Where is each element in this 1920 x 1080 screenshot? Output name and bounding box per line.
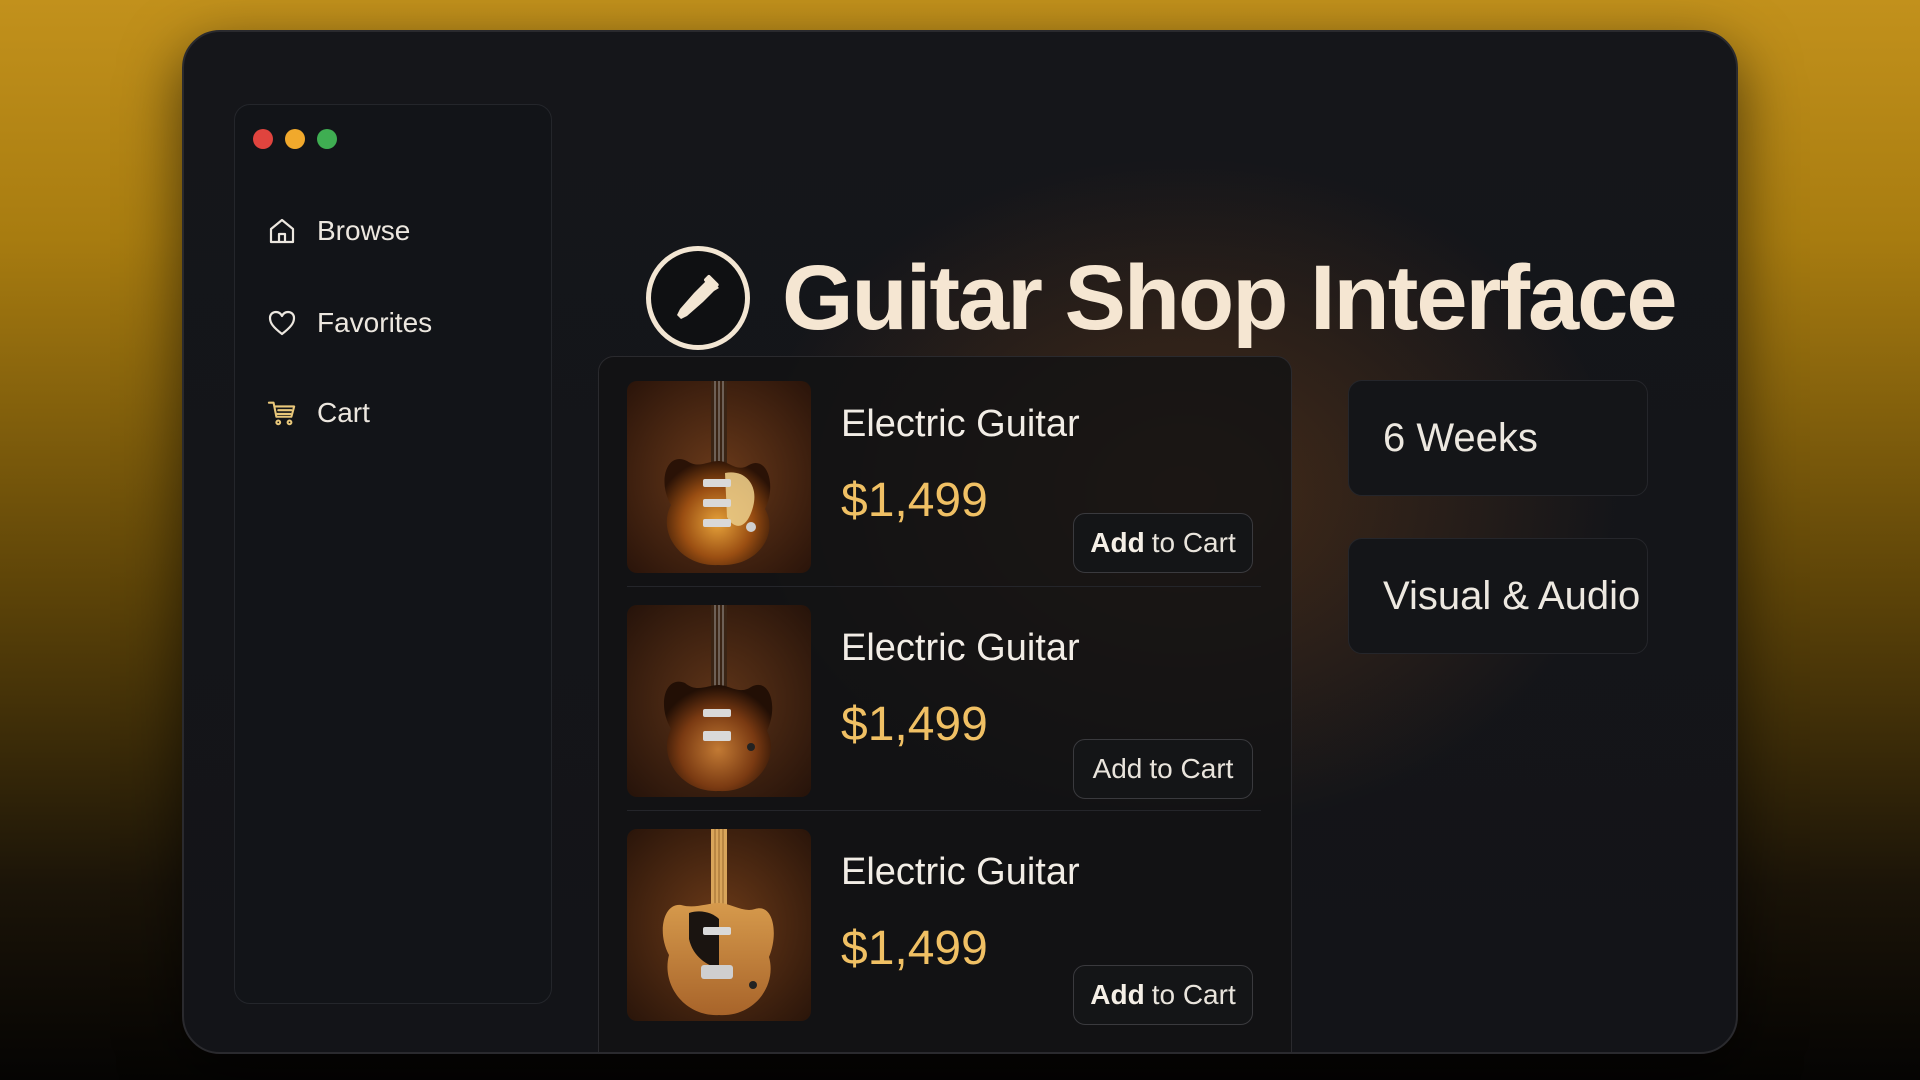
minimize-window-button[interactable] — [285, 129, 305, 149]
product-image[interactable] — [627, 605, 811, 797]
product-name: Electric Guitar — [841, 627, 1080, 669]
window-controls — [253, 129, 337, 149]
button-label: to Cart — [1151, 527, 1236, 558]
button-label: to Cart — [1149, 753, 1234, 784]
page-title: Guitar Shop Interface — [782, 246, 1677, 349]
app-window: Browse Favorites Cart Guitar Shop Interf… — [182, 30, 1738, 1054]
info-card-duration: 6 Weeks — [1348, 380, 1648, 496]
divider — [627, 810, 1261, 811]
sidebar-item-cart[interactable]: Cart — [267, 393, 432, 433]
info-card-label: 6 Weeks — [1383, 415, 1538, 460]
sidebar-item-favorites[interactable]: Favorites — [267, 303, 432, 343]
product-price: $1,499 — [841, 474, 988, 527]
product-card: Electric Guitar $1,499 Add to Cart — [627, 381, 1261, 587]
sidebar: Browse Favorites Cart — [234, 104, 552, 1004]
zoom-window-button[interactable] — [317, 129, 337, 149]
add-to-cart-button[interactable]: Add to Cart — [1073, 739, 1253, 799]
info-card-media: Visual & Audio — [1348, 538, 1648, 654]
sidebar-item-browse[interactable]: Browse — [267, 211, 432, 251]
cart-icon — [267, 398, 297, 428]
product-name: Electric Guitar — [841, 403, 1080, 445]
heart-icon — [267, 308, 297, 338]
product-image[interactable] — [627, 381, 811, 573]
button-label-bold: Add — [1090, 979, 1145, 1010]
button-label-bold: Add — [1090, 527, 1145, 558]
product-price: $1,499 — [841, 698, 988, 751]
button-label-bold: Add — [1092, 753, 1143, 784]
guitar-pick-icon — [646, 246, 750, 351]
add-to-cart-button[interactable]: Add to Cart — [1073, 965, 1253, 1025]
product-image[interactable] — [627, 829, 811, 1021]
sidebar-item-label: Browse — [317, 215, 411, 246]
add-to-cart-button[interactable]: Add to Cart — [1073, 513, 1253, 573]
product-card: Electric Guitar $1,499 Add to Cart — [627, 829, 1261, 1025]
info-card-label: Visual & Audio — [1383, 573, 1641, 618]
close-window-button[interactable] — [253, 129, 273, 149]
product-name: Electric Guitar — [841, 851, 1080, 893]
home-icon — [267, 216, 297, 246]
product-list: Electric Guitar $1,499 Add to Cart Elect… — [598, 356, 1292, 1052]
sidebar-item-label: Favorites — [317, 307, 433, 338]
divider — [627, 586, 1261, 587]
button-label: to Cart — [1151, 979, 1236, 1010]
product-price: $1,499 — [841, 922, 988, 975]
sidebar-item-label: Cart — [317, 397, 370, 428]
product-card: Electric Guitar $1,499 Add to Cart — [627, 605, 1261, 811]
sidebar-nav: Browse Favorites Cart — [267, 211, 432, 485]
